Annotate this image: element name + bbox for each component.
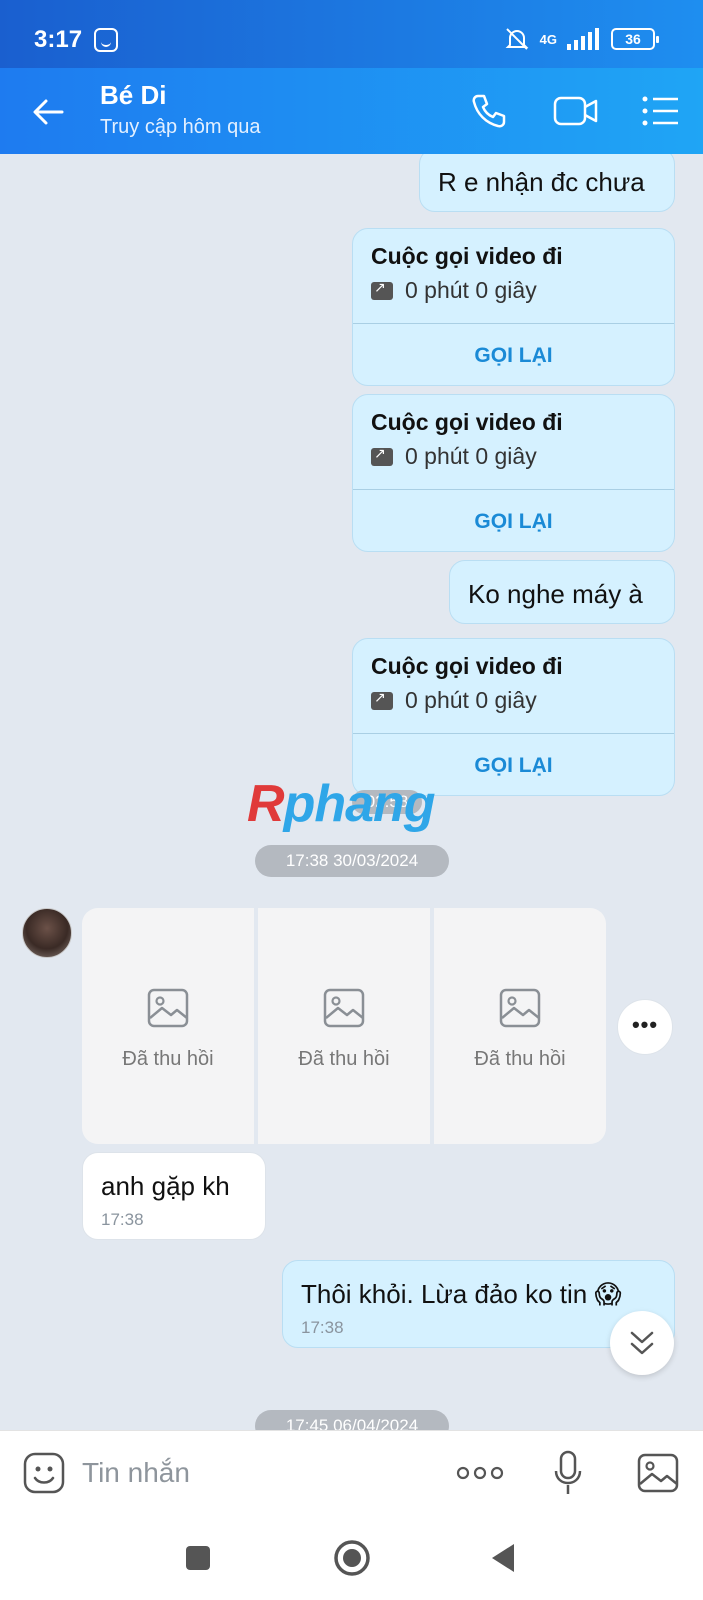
status-time: 3:17 <box>34 26 83 53</box>
recent-apps-icon[interactable] <box>184 1544 212 1572</box>
recalled-image[interactable]: Đã thu hồi <box>434 908 606 1144</box>
call-title: Cuộc gọi video đi <box>371 243 563 269</box>
status-indicators: 4G 36 <box>504 26 659 52</box>
watermark-rest: phang <box>283 775 436 833</box>
call-back-button[interactable]: GỌI LẠI <box>353 490 674 551</box>
outgoing-video-icon <box>371 689 393 710</box>
call-duration: 0 phút 0 giây <box>405 443 537 469</box>
signal-icon <box>567 28 599 50</box>
call-card: Cuộc gọi video đi 0 phút 0 giây GỌI LẠI <box>352 638 675 796</box>
outgoing-video-icon <box>371 279 393 300</box>
date-separator: 17:38 30/03/2024 <box>255 845 449 877</box>
avatar[interactable] <box>22 908 72 958</box>
recalled-label: Đã thu hồi <box>474 1048 566 1070</box>
call-title: Cuộc gọi video đi <box>371 653 563 679</box>
outgoing-video-icon <box>371 445 393 466</box>
sticker-icon[interactable] <box>22 1451 66 1495</box>
message-text: Ko nghe máy à <box>468 579 643 609</box>
call-duration-row: 0 phút 0 giây <box>371 443 537 470</box>
video-call-icon[interactable] <box>552 90 600 132</box>
call-card: Cuộc gọi video đi 0 phút 0 giây GỌI LẠI <box>352 394 675 552</box>
message-text: anh gặp kh <box>101 1171 230 1201</box>
recalled-image[interactable]: Đã thu hồi <box>258 908 430 1144</box>
message-text: R e nhận đc chưa <box>438 167 645 197</box>
contact-status: Truy cập hôm qua <box>100 116 261 138</box>
message-text: Thôi khỏi. Lừa đảo ko tin 😱 <box>301 1279 622 1309</box>
image-placeholder-icon <box>499 988 541 1028</box>
recalled-images-group[interactable]: Đã thu hồi Đã thu hồi Đã thu hồi <box>82 908 606 1144</box>
microphone-icon[interactable] <box>552 1449 584 1497</box>
image-icon[interactable] <box>636 1451 680 1495</box>
message-input[interactable]: Tin nhắn <box>82 1457 190 1489</box>
call-title: Cuộc gọi video đi <box>371 409 563 435</box>
call-duration: 0 phút 0 giây <box>405 687 537 713</box>
chevron-double-down-icon <box>630 1331 654 1355</box>
recalled-label: Đã thu hồi <box>298 1048 390 1070</box>
back-triangle-icon[interactable] <box>488 1542 518 1574</box>
date-separator: 17:45 06/04/2024 <box>255 1410 449 1430</box>
battery-icon: 36 <box>611 28 659 50</box>
image-placeholder-icon <box>147 988 189 1028</box>
status-bar: 3:17 4G 36 <box>0 0 703 68</box>
menu-icon[interactable] <box>640 90 682 132</box>
scroll-to-bottom-button[interactable] <box>610 1311 674 1375</box>
contact-name[interactable]: Bé Di <box>100 80 166 111</box>
message-bubble-outgoing[interactable]: Ko nghe máy à <box>449 560 675 624</box>
back-arrow-icon[interactable] <box>28 92 68 132</box>
message-time: 17:38 <box>101 1210 144 1229</box>
message-time: 17:38 <box>301 1318 344 1337</box>
image-placeholder-icon <box>323 988 365 1028</box>
phone-icon[interactable] <box>468 90 510 132</box>
watermark-first: R <box>247 775 285 833</box>
call-back-button[interactable]: GỌI LẠI <box>353 324 674 385</box>
call-duration-row: 0 phút 0 giây <box>371 687 537 714</box>
network-type: 4G <box>539 31 557 47</box>
recalled-image[interactable]: Đã thu hồi <box>82 908 254 1144</box>
chat-area[interactable]: R e nhận đc chưa Cuộc gọi video đi 0 phú… <box>0 154 703 1430</box>
message-input-bar: Tin nhắn <box>0 1430 703 1514</box>
call-card: Cuộc gọi video đi 0 phút 0 giây GỌI LẠI <box>352 228 675 386</box>
system-navigation-bar <box>0 1514 703 1600</box>
message-bubble-outgoing[interactable]: R e nhận đc chưa <box>419 154 675 212</box>
call-duration: 0 phút 0 giây <box>405 277 537 303</box>
watermark-logo: Rphang <box>247 774 436 834</box>
recalled-label: Đã thu hồi <box>122 1048 214 1070</box>
more-options-button[interactable]: ••• <box>617 999 673 1055</box>
chat-header: Bé Di Truy cập hôm qua <box>0 68 703 154</box>
message-bubble-incoming[interactable]: anh gặp kh 17:38 <box>82 1152 266 1240</box>
notification-face-icon <box>94 28 118 52</box>
call-duration-row: 0 phút 0 giây <box>371 277 537 304</box>
mute-bell-icon <box>505 28 529 50</box>
home-icon[interactable] <box>332 1538 372 1578</box>
more-dots-icon[interactable] <box>455 1461 505 1485</box>
